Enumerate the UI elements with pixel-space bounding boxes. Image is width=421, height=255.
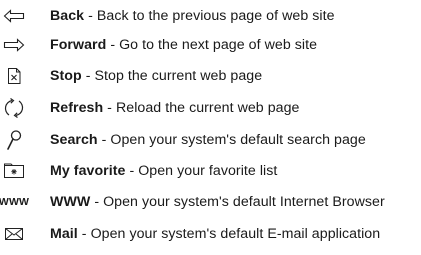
search-icon xyxy=(2,130,26,150)
list-item-text: Mail - Open your system's default E-mail… xyxy=(50,226,380,242)
item-separator: - xyxy=(97,132,111,148)
list-item-forward: Forward - Go to the next page of web sit… xyxy=(0,32,421,58)
item-name: Search xyxy=(50,132,98,148)
browser-buttons-legend: Back - Back to the previous page of web … xyxy=(0,0,421,255)
item-description: Open your system's default E-mail applic… xyxy=(90,226,381,242)
list-item-mail: Mail - Open your system's default E-mail… xyxy=(0,221,421,247)
item-separator: - xyxy=(77,226,91,242)
item-name: My favorite xyxy=(50,163,126,179)
item-separator: - xyxy=(90,194,104,210)
list-item-my-favorite: My favorite - Open your favorite list xyxy=(0,158,421,184)
item-name: Back xyxy=(50,8,85,24)
list-item-text: Search - Open your system's default sear… xyxy=(50,132,366,148)
item-description: Open your favorite list xyxy=(138,163,278,179)
list-item-search: Search - Open your system's default sear… xyxy=(0,127,421,153)
back-arrow-icon xyxy=(2,6,26,26)
item-name: Mail xyxy=(50,226,78,242)
item-name: WWW xyxy=(50,194,91,210)
www-icon: WWW xyxy=(0,192,30,212)
list-item-text: Forward - Go to the next page of web sit… xyxy=(50,37,317,53)
mail-icon xyxy=(2,224,26,244)
list-item-text: My favorite - Open your favorite list xyxy=(50,163,277,179)
item-description: Back to the previous page of web site xyxy=(96,8,335,24)
list-item-text: Refresh - Reload the current web page xyxy=(50,100,300,116)
item-separator: - xyxy=(81,68,95,84)
item-name: Forward xyxy=(50,37,107,53)
item-separator: - xyxy=(103,100,116,116)
item-separator: - xyxy=(125,163,139,179)
refresh-icon xyxy=(2,98,26,118)
item-description: Stop the current web page xyxy=(94,68,263,84)
list-item-text: Stop - Stop the current web page xyxy=(50,68,262,84)
forward-arrow-icon xyxy=(2,35,26,55)
item-description: Go to the next page of web site xyxy=(119,37,318,53)
item-description: Reload the current web page xyxy=(115,100,300,116)
item-separator: - xyxy=(106,37,120,53)
item-description: Open your system's default Internet Brow… xyxy=(103,194,385,210)
list-item-text: Back - Back to the previous page of web … xyxy=(50,8,335,24)
item-name: Stop xyxy=(50,68,82,84)
item-separator: - xyxy=(84,8,97,24)
item-description: Open your system's default search page xyxy=(110,132,366,148)
www-icon-label: WWW xyxy=(0,196,30,208)
list-item-refresh: Refresh - Reload the current web page xyxy=(0,95,421,121)
stop-icon xyxy=(2,66,26,86)
list-item-stop: Stop - Stop the current web page xyxy=(0,63,421,89)
item-name: Refresh xyxy=(50,100,104,116)
list-item-text: WWW - Open your system's default Interne… xyxy=(50,194,385,210)
list-item-www: WWW WWW - Open your system's default Int… xyxy=(0,189,421,215)
favorite-folder-icon xyxy=(2,161,26,181)
list-item-back: Back - Back to the previous page of web … xyxy=(0,3,421,29)
